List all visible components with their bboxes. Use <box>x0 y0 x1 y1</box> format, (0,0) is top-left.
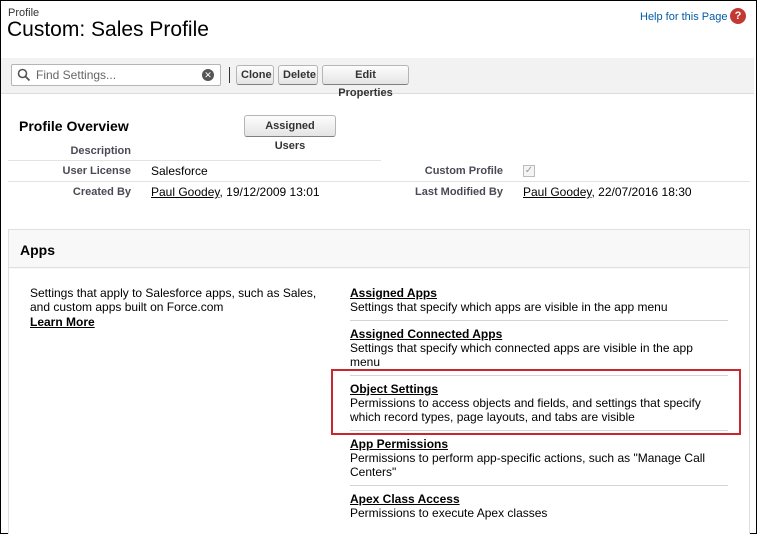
user-license-value: Salesforce <box>151 164 208 178</box>
search-input[interactable] <box>36 67 196 83</box>
row-divider <box>8 160 381 161</box>
last-modified-value: Paul Goodey, 22/07/2016 18:30 <box>523 185 692 199</box>
setting-divider <box>350 320 728 321</box>
setting-item-apex-class-access: Apex Class Access Permissions to execute… <box>350 492 730 520</box>
help-link[interactable]: Help for this Page <box>640 11 727 23</box>
app-permissions-link[interactable]: App Permissions <box>350 437 448 451</box>
profile-overview-title: Profile Overview <box>19 118 129 134</box>
created-by-value: Paul Goodey, 19/12/2009 13:01 <box>151 185 320 199</box>
setting-item-assigned-apps: Assigned Apps Settings that specify whic… <box>350 286 730 314</box>
assigned-apps-link[interactable]: Assigned Apps <box>350 286 437 300</box>
page-title: Custom: Sales Profile <box>7 18 209 41</box>
app-permissions-desc: Permissions to perform app-specific acti… <box>350 451 706 479</box>
apps-section-header: Apps <box>9 230 749 268</box>
user-license-label: User License <box>62 165 131 177</box>
toolbar-divider <box>229 67 230 83</box>
created-by-date: , 19/12/2009 13:01 <box>219 185 320 199</box>
setting-divider <box>350 485 728 486</box>
last-modified-label: Last Modified By <box>414 186 503 198</box>
toolbar: ✕ Clone Delete Edit Properties <box>1 58 754 99</box>
help-icon[interactable]: ? <box>730 8 746 24</box>
assigned-connected-apps-desc: Settings that specify which connected ap… <box>350 341 693 369</box>
assigned-users-button[interactable]: Assigned Users <box>244 115 336 152</box>
search-box[interactable]: ✕ <box>11 64 221 86</box>
clone-button[interactable]: Clone <box>236 65 274 85</box>
last-modified-date: , 22/07/2016 18:30 <box>591 185 692 199</box>
apex-class-access-link[interactable]: Apex Class Access <box>350 492 460 506</box>
created-by-label: Created By <box>72 186 131 198</box>
last-modified-user-link[interactable]: Paul Goodey <box>523 185 592 199</box>
created-by-user-link[interactable]: Paul Goodey <box>151 185 220 199</box>
assigned-connected-apps-link[interactable]: Assigned Connected Apps <box>350 327 502 341</box>
apps-section-title: Apps <box>20 242 55 258</box>
object-settings-highlight <box>331 369 741 435</box>
clear-search-icon[interactable]: ✕ <box>202 69 214 81</box>
delete-button[interactable]: Delete <box>278 65 318 85</box>
checkbox-checked-icon: ✓ <box>523 165 535 177</box>
description-label: Description <box>70 145 131 157</box>
search-icon <box>17 68 31 82</box>
assigned-apps-desc: Settings that specify which apps are vis… <box>350 300 668 314</box>
apps-description: Settings that apply to Salesforce apps, … <box>30 286 317 314</box>
custom-profile-label: Custom Profile <box>424 165 503 177</box>
setting-item-app-permissions: App Permissions Permissions to perform a… <box>350 437 730 479</box>
edit-properties-button[interactable]: Edit Properties <box>322 65 409 99</box>
row-divider <box>8 181 750 182</box>
apex-class-access-desc: Permissions to execute Apex classes <box>350 506 548 520</box>
setting-item-assigned-connected-apps: Assigned Connected Apps Settings that sp… <box>350 327 730 369</box>
learn-more-link[interactable]: Learn More <box>30 315 95 329</box>
